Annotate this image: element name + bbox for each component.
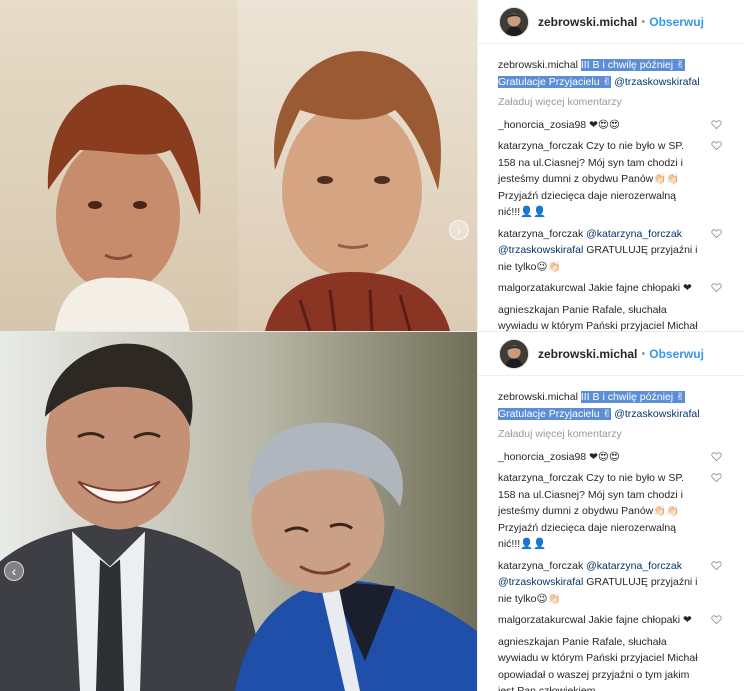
comment-text: ❤😍😍 [586,118,620,131]
like-heart-icon[interactable] [711,282,722,293]
like-heart-icon[interactable] [711,560,722,571]
comment-text: Jakie fajne chłopaki ❤ [585,282,692,294]
like-heart-icon[interactable] [711,614,722,625]
comment-username[interactable]: katarzyna_forczak [498,140,583,152]
carousel-prev-button[interactable]: ‹ [4,561,24,581]
childhood-photo-image [0,0,477,331]
caption-text-line2: Gratulacje Przyjacielu ✌ [498,75,612,88]
post-username[interactable]: zebrowski.michal [538,347,637,361]
follow-button[interactable]: Obserwuj [649,347,704,361]
caption-username[interactable]: zebrowski.michal [498,391,578,403]
comment-username[interactable]: _honorcia_zosia98 [498,451,586,463]
post-panel-top: › zebrowski.michal • Obserwuj zebrowski.… [0,0,744,331]
post-sidebar: zebrowski.michal • Obserwuj zebrowski.mi… [477,0,744,331]
follow-button[interactable]: Obserwuj [649,15,704,29]
comment-username[interactable]: agnieszkajan [498,636,559,648]
comment-mention[interactable]: @trzaskowskirafal [498,576,583,588]
like-heart-icon[interactable] [711,451,722,462]
comment-username[interactable]: agnieszkajan [498,304,559,316]
caption-username[interactable]: zebrowski.michal [498,59,578,71]
post-sidebar: zebrowski.michal • Obserwuj zebrowski.mi… [477,332,744,691]
comment-text: ❤😍😍 [586,450,620,463]
caption-text-line1: III B i chwilę później ✌ [580,59,685,71]
like-heart-icon[interactable] [711,140,722,151]
post-username[interactable]: zebrowski.michal [538,15,637,29]
post-photo-adults: ‹ [0,332,477,691]
load-more-comments-button[interactable]: Załaduj więcej komentarzy [498,94,722,111]
caption-mention[interactable]: @trzaskowskirafal [614,408,699,420]
comment-username[interactable]: malgorzatakurcwal [498,282,586,294]
comment-item: _honorcia_zosia98 ❤😍😍 [498,117,722,134]
comments-list: zebrowski.michal III B i chwilę później … [478,376,744,691]
comment-item: katarzyna_forczak Czy to nie było w SP. … [498,470,722,553]
adults-photo-image [0,332,477,691]
comment-item: malgorzatakurcwal Jakie fajne chłopaki ❤ [498,612,722,629]
comments-list: zebrowski.michal III B i chwilę później … [478,44,744,331]
load-more-comments-button[interactable]: Załaduj więcej komentarzy [498,426,722,443]
like-heart-icon[interactable] [711,228,722,239]
post-panel-bottom: ‹ zebrowski.michal • Obserwuj zebrowski.… [0,331,744,691]
comment-item: katarzyna_forczak Czy to nie było w SP. … [498,138,722,221]
comment-item: katarzyna_forczak @katarzyna_forczak @tr… [498,226,722,276]
avatar[interactable] [499,338,529,369]
comment-username[interactable]: katarzyna_forczak [498,472,583,484]
chevron-right-icon: › [456,222,462,238]
like-heart-icon[interactable] [711,119,722,130]
caption-mention[interactable]: @trzaskowskirafal [614,76,699,88]
comment-mention[interactable]: @katarzyna_forczak [583,228,682,240]
caption-text-line2: Gratulacje Przyjacielu ✌ [498,407,612,420]
avatar[interactable] [499,6,529,37]
post-caption: zebrowski.michal III B i chwilę później … [498,57,722,90]
separator-dot: • [641,15,646,28]
comment-mention[interactable]: @katarzyna_forczak [583,560,682,572]
comment-username[interactable]: katarzyna_forczak [498,560,583,572]
comment-username[interactable]: _honorcia_zosia98 [498,119,586,131]
post-caption: zebrowski.michal III B i chwilę później … [498,389,722,422]
post-header: zebrowski.michal • Obserwuj [478,332,744,376]
post-photo-childhood: › [0,0,477,331]
comment-item: agnieszkajan Panie Rafale, słuchała wywi… [498,302,722,332]
post-header: zebrowski.michal • Obserwuj [478,0,744,44]
comment-item: malgorzatakurcwal Jakie fajne chłopaki ❤ [498,280,722,297]
comment-text: Jakie fajne chłopaki ❤ [585,614,692,626]
comment-username[interactable]: katarzyna_forczak [498,228,583,240]
comment-mention[interactable]: @trzaskowskirafal [498,244,583,256]
comment-item: _honorcia_zosia98 ❤😍😍 [498,449,722,466]
like-heart-icon[interactable] [711,472,722,483]
carousel-next-button[interactable]: › [449,220,469,240]
chevron-left-icon: ‹ [11,563,17,579]
caption-text-line1: III B i chwilę później ✌ [580,391,685,403]
comment-item: katarzyna_forczak @katarzyna_forczak @tr… [498,558,722,608]
comment-item: agnieszkajan Panie Rafale, słuchała wywi… [498,634,722,691]
separator-dot: • [641,347,646,360]
comment-username[interactable]: malgorzatakurcwal [498,614,586,626]
